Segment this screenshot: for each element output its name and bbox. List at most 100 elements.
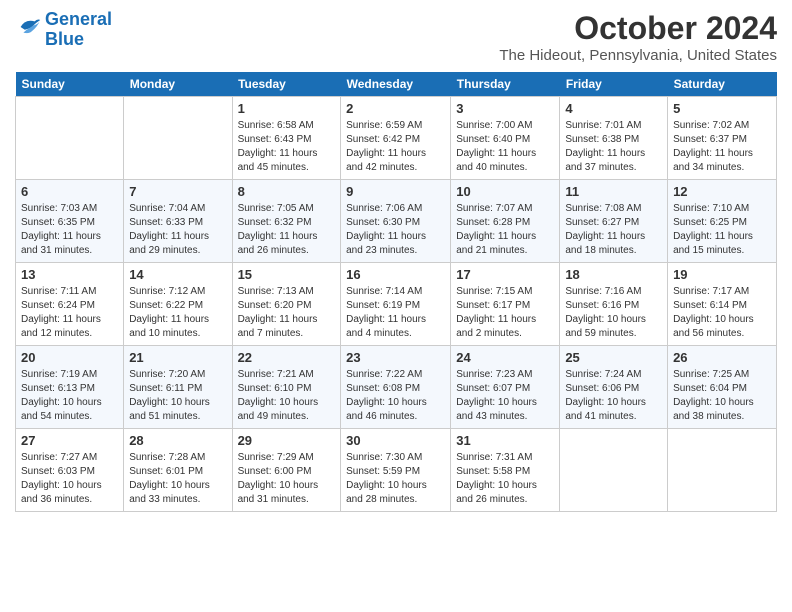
day-info: Sunrise: 7:20 AMSunset: 6:11 PMDaylight:…: [129, 368, 226, 424]
day-info: Sunrise: 7:19 AMSunset: 6:13 PMDaylight:…: [21, 368, 118, 424]
calendar-day-cell: 1 Sunrise: 6:58 AMSunset: 6:43 PMDaylight…: [232, 97, 341, 180]
calendar-day-cell: 22 Sunrise: 7:21 AMSunset: 6:10 PMDayligh…: [232, 346, 341, 429]
day-number: 30: [346, 433, 445, 448]
calendar-day-cell: 21Sunrise: 7:20 AMSunset: 6:11 PMDayligh…: [124, 346, 232, 429]
calendar-day-cell: 7Sunrise: 7:04 AMSunset: 6:33 PMDaylight…: [124, 180, 232, 263]
day-info: Sunrise: 7:12 AMSunset: 6:22 PMDaylight:…: [129, 285, 226, 341]
day-number: 17: [456, 267, 554, 282]
calendar-week-row: 1 Sunrise: 6:58 AMSunset: 6:43 PMDaylight…: [16, 97, 777, 180]
calendar-day-cell: 8Sunrise: 7:05 AMSunset: 6:32 PMDaylight…: [232, 180, 341, 263]
weekday-header: Saturday: [668, 72, 777, 97]
calendar-week-row: 20 Sunrise: 7:19 AMSunset: 6:13 PMDayligh…: [16, 346, 777, 429]
weekday-header: Sunday: [16, 72, 124, 97]
calendar-day-cell: 5 Sunrise: 7:02 AMSunset: 6:37 PMDaylight…: [668, 97, 777, 180]
day-number: 12: [673, 184, 771, 199]
day-number: 29: [238, 433, 336, 448]
calendar-day-cell: 11Sunrise: 7:08 AMSunset: 6:27 PMDayligh…: [560, 180, 668, 263]
weekday-header: Monday: [124, 72, 232, 97]
calendar-day-cell: 30 Sunrise: 7:30 AMSunset: 5:59 PMDayligh…: [341, 429, 451, 512]
day-number: 25: [565, 350, 662, 365]
calendar-day-cell: 23Sunrise: 7:22 AMSunset: 6:08 PMDayligh…: [341, 346, 451, 429]
day-number: 2: [346, 101, 445, 116]
weekday-header: Tuesday: [232, 72, 341, 97]
day-info: Sunrise: 7:31 AMSunset: 5:58 PMDaylight:…: [456, 451, 554, 507]
day-info: Sunrise: 6:58 AMSunset: 6:43 PMDaylight:…: [238, 119, 336, 175]
calendar-day-cell: 29 Sunrise: 7:29 AMSunset: 6:00 PMDayligh…: [232, 429, 341, 512]
day-number: 5: [673, 101, 771, 116]
day-info: Sunrise: 7:23 AMSunset: 6:07 PMDaylight:…: [456, 368, 554, 424]
day-info: Sunrise: 7:13 AMSunset: 6:20 PMDaylight:…: [238, 285, 336, 341]
day-number: 7: [129, 184, 226, 199]
calendar-day-cell: 4 Sunrise: 7:01 AMSunset: 6:38 PMDaylight…: [560, 97, 668, 180]
calendar-day-cell: 17 Sunrise: 7:15 AMSunset: 6:17 PMDayligh…: [451, 263, 560, 346]
calendar-day-cell: 16 Sunrise: 7:14 AMSunset: 6:19 PMDayligh…: [341, 263, 451, 346]
day-number: 15: [238, 267, 336, 282]
calendar-day-cell: 26 Sunrise: 7:25 AMSunset: 6:04 PMDayligh…: [668, 346, 777, 429]
calendar-day-cell: 13Sunrise: 7:11 AMSunset: 6:24 PMDayligh…: [16, 263, 124, 346]
weekday-header: Friday: [560, 72, 668, 97]
day-number: 14: [129, 267, 226, 282]
calendar-day-cell: 19 Sunrise: 7:17 AMSunset: 6:14 PMDayligh…: [668, 263, 777, 346]
day-info: Sunrise: 7:28 AMSunset: 6:01 PMDaylight:…: [129, 451, 226, 507]
calendar-day-cell: [124, 97, 232, 180]
calendar-day-cell: 9Sunrise: 7:06 AMSunset: 6:30 PMDaylight…: [341, 180, 451, 263]
day-info: Sunrise: 7:16 AMSunset: 6:16 PMDaylight:…: [565, 285, 662, 341]
calendar-day-cell: [560, 429, 668, 512]
calendar-week-row: 6Sunrise: 7:03 AMSunset: 6:35 PMDaylight…: [16, 180, 777, 263]
logo-icon: [15, 13, 43, 41]
day-number: 4: [565, 101, 662, 116]
logo-text-line1: General: [45, 10, 112, 30]
day-number: 18: [565, 267, 662, 282]
day-number: 19: [673, 267, 771, 282]
day-info: Sunrise: 7:08 AMSunset: 6:27 PMDaylight:…: [565, 202, 662, 258]
day-number: 6: [21, 184, 118, 199]
calendar-day-cell: 15 Sunrise: 7:13 AMSunset: 6:20 PMDayligh…: [232, 263, 341, 346]
day-number: 27: [21, 433, 118, 448]
day-number: 10: [456, 184, 554, 199]
day-info: Sunrise: 7:25 AMSunset: 6:04 PMDaylight:…: [673, 368, 771, 424]
day-number: 26: [673, 350, 771, 365]
calendar-day-cell: 14 Sunrise: 7:12 AMSunset: 6:22 PMDayligh…: [124, 263, 232, 346]
calendar-day-cell: [16, 97, 124, 180]
day-info: Sunrise: 7:24 AMSunset: 6:06 PMDaylight:…: [565, 368, 662, 424]
day-info: Sunrise: 7:29 AMSunset: 6:00 PMDaylight:…: [238, 451, 336, 507]
title-block: October 2024 The Hideout, Pennsylvania, …: [499, 10, 777, 64]
calendar-day-cell: 2 Sunrise: 6:59 AMSunset: 6:42 PMDaylight…: [341, 97, 451, 180]
day-number: 16: [346, 267, 445, 282]
calendar-day-cell: 24 Sunrise: 7:23 AMSunset: 6:07 PMDayligh…: [451, 346, 560, 429]
day-info: Sunrise: 7:07 AMSunset: 6:28 PMDaylight:…: [456, 202, 554, 258]
calendar-day-cell: 6Sunrise: 7:03 AMSunset: 6:35 PMDaylight…: [16, 180, 124, 263]
weekday-header-row: SundayMondayTuesdayWednesdayThursdayFrid…: [16, 72, 777, 97]
calendar-day-cell: 27Sunrise: 7:27 AMSunset: 6:03 PMDayligh…: [16, 429, 124, 512]
day-info: Sunrise: 7:17 AMSunset: 6:14 PMDaylight:…: [673, 285, 771, 341]
calendar-day-cell: 12 Sunrise: 7:10 AMSunset: 6:25 PMDayligh…: [668, 180, 777, 263]
day-info: Sunrise: 7:15 AMSunset: 6:17 PMDaylight:…: [456, 285, 554, 341]
day-info: Sunrise: 7:01 AMSunset: 6:38 PMDaylight:…: [565, 119, 662, 175]
location-text: The Hideout, Pennsylvania, United States: [499, 47, 777, 64]
logo-text-line2: Blue: [45, 30, 112, 50]
day-number: 1: [238, 101, 336, 116]
calendar-day-cell: 10 Sunrise: 7:07 AMSunset: 6:28 PMDayligh…: [451, 180, 560, 263]
calendar-day-cell: 28 Sunrise: 7:28 AMSunset: 6:01 PMDayligh…: [124, 429, 232, 512]
day-info: Sunrise: 7:30 AMSunset: 5:59 PMDaylight:…: [346, 451, 445, 507]
calendar-day-cell: 20 Sunrise: 7:19 AMSunset: 6:13 PMDayligh…: [16, 346, 124, 429]
day-info: Sunrise: 7:14 AMSunset: 6:19 PMDaylight:…: [346, 285, 445, 341]
calendar-day-cell: 31Sunrise: 7:31 AMSunset: 5:58 PMDayligh…: [451, 429, 560, 512]
logo: General Blue: [15, 10, 112, 50]
day-info: Sunrise: 7:21 AMSunset: 6:10 PMDaylight:…: [238, 368, 336, 424]
day-number: 13: [21, 267, 118, 282]
day-number: 24: [456, 350, 554, 365]
calendar-day-cell: 25 Sunrise: 7:24 AMSunset: 6:06 PMDayligh…: [560, 346, 668, 429]
day-number: 9: [346, 184, 445, 199]
day-info: Sunrise: 6:59 AMSunset: 6:42 PMDaylight:…: [346, 119, 445, 175]
weekday-header: Thursday: [451, 72, 560, 97]
calendar-week-row: 27Sunrise: 7:27 AMSunset: 6:03 PMDayligh…: [16, 429, 777, 512]
day-number: 22: [238, 350, 336, 365]
day-info: Sunrise: 7:10 AMSunset: 6:25 PMDaylight:…: [673, 202, 771, 258]
day-number: 20: [21, 350, 118, 365]
day-number: 28: [129, 433, 226, 448]
calendar-week-row: 13Sunrise: 7:11 AMSunset: 6:24 PMDayligh…: [16, 263, 777, 346]
day-info: Sunrise: 7:05 AMSunset: 6:32 PMDaylight:…: [238, 202, 336, 258]
day-info: Sunrise: 7:02 AMSunset: 6:37 PMDaylight:…: [673, 119, 771, 175]
day-number: 23: [346, 350, 445, 365]
